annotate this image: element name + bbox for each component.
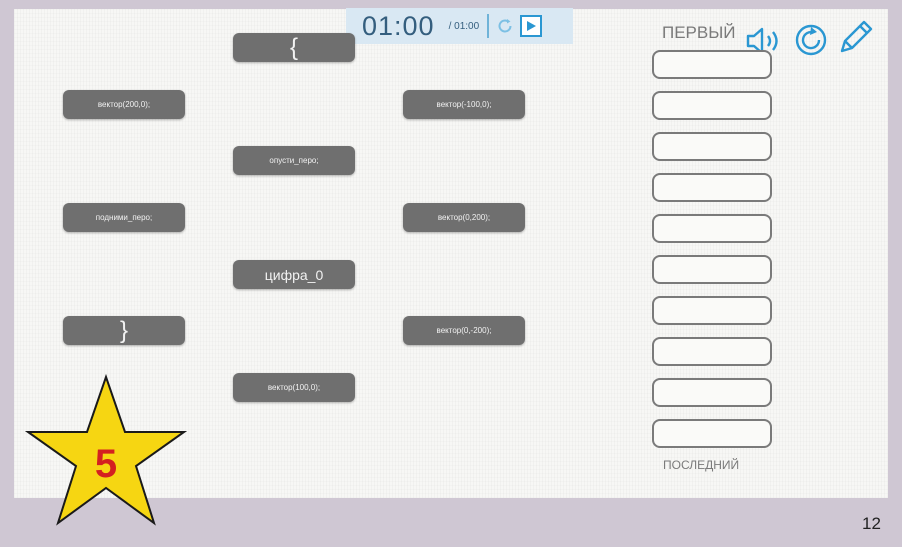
timer-bar: 01:00 / 01:00 xyxy=(346,8,573,44)
order-slot-1[interactable] xyxy=(652,50,772,79)
play-icon xyxy=(527,21,537,31)
timer-time: 01:00 xyxy=(362,10,435,41)
play-button[interactable] xyxy=(520,15,543,37)
card-vector-0-200[interactable]: вектор(0,200); xyxy=(403,203,525,232)
order-slot-3[interactable] xyxy=(652,132,772,161)
order-slot-2[interactable] xyxy=(652,91,772,120)
card-pen-down[interactable]: опусти_перо; xyxy=(233,146,355,175)
order-slot-10[interactable] xyxy=(652,419,772,448)
star-score: 5 xyxy=(95,442,117,486)
timer-total: / 01:00 xyxy=(448,20,480,32)
order-slot-7[interactable] xyxy=(652,296,772,325)
card-close-brace[interactable]: } xyxy=(63,316,185,345)
card-open-brace[interactable]: { xyxy=(233,33,355,62)
order-slot-4[interactable] xyxy=(652,173,772,202)
order-slot-6[interactable] xyxy=(652,255,772,284)
timer-reset-icon[interactable] xyxy=(496,17,514,35)
card-vector-200-0[interactable]: вектор(200,0); xyxy=(63,90,185,119)
pencil-icon[interactable] xyxy=(836,17,876,57)
card-vector-100-0[interactable]: вектор(100,0); xyxy=(233,373,355,402)
card-vector-0-neg200[interactable]: вектор(0,-200); xyxy=(403,316,525,345)
star-badge: 5 xyxy=(24,373,188,526)
order-slot-8[interactable] xyxy=(652,337,772,366)
card-digit-0[interactable]: цифра_0 xyxy=(233,260,355,289)
order-slot-9[interactable] xyxy=(652,378,772,407)
page-number: 12 xyxy=(862,514,881,533)
timer-divider xyxy=(487,14,490,38)
last-label: ПОСЛЕДНИЙ xyxy=(663,458,740,472)
refresh-icon[interactable] xyxy=(793,21,829,57)
first-label: ПЕРВЫЙ xyxy=(662,23,736,42)
card-pen-up[interactable]: подними_перо; xyxy=(63,203,185,232)
card-vector-neg100-0[interactable]: вектор(-100,0); xyxy=(403,90,525,119)
order-slot-5[interactable] xyxy=(652,214,772,243)
